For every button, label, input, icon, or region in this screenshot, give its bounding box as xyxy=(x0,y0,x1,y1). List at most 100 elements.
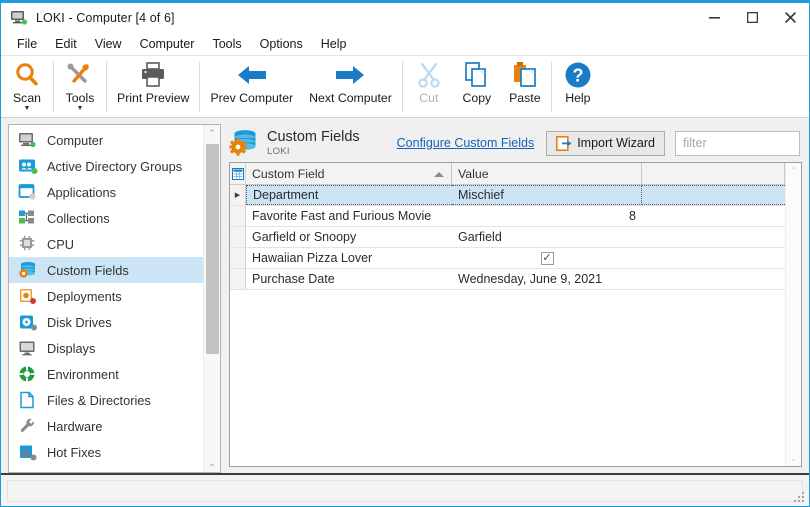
toolbar-separator xyxy=(53,61,54,112)
sidebar-item-displays[interactable]: Displays xyxy=(9,335,203,361)
row-indicator[interactable] xyxy=(230,269,246,289)
table-row[interactable]: Hawaiian Pizza Lover ✓ xyxy=(230,248,785,269)
tools-label: Tools xyxy=(65,91,95,105)
scan-label: Scan xyxy=(12,91,42,105)
grid-main: Custom Field Value ▶ Department Mischief… xyxy=(230,163,785,466)
menu-item-computer[interactable]: Computer xyxy=(131,34,204,54)
scroll-down-icon[interactable]: ⌄ xyxy=(204,455,221,472)
sidebar-scroll-track[interactable] xyxy=(204,142,221,455)
sort-ascending-icon xyxy=(434,171,444,177)
deployments-icon xyxy=(18,287,38,305)
cell-custom-field: Hawaiian Pizza Lover xyxy=(252,251,373,265)
minimize-button[interactable] xyxy=(695,3,733,32)
menu-item-tools[interactable]: Tools xyxy=(203,34,250,54)
tools-button[interactable]: Tools ▼ xyxy=(56,56,104,117)
custom-fields-icon xyxy=(18,261,38,279)
sidebar-item-label: Hot Fixes xyxy=(47,444,102,460)
resize-grip[interactable] xyxy=(792,490,804,502)
cell-filler xyxy=(642,185,785,205)
print-preview-button[interactable]: Print Preview xyxy=(109,56,197,117)
checkmark-icon: ✓ xyxy=(542,251,552,264)
import-wizard-button[interactable]: Import Wizard xyxy=(546,130,665,156)
cell-value: Mischief xyxy=(452,185,642,205)
maximize-button[interactable] xyxy=(733,3,771,32)
menu-item-options[interactable]: Options xyxy=(251,34,312,54)
status-bar xyxy=(1,473,809,506)
copy-button[interactable]: Copy xyxy=(453,56,501,117)
sidebar-item-deployments[interactable]: Deployments xyxy=(9,283,203,309)
sidebar-item-label: Displays xyxy=(47,340,96,356)
hot-fixes-icon xyxy=(18,443,38,461)
cell-value: ✓ xyxy=(452,248,642,268)
cell-custom-field: Favorite Fast and Furious Movie xyxy=(252,209,432,223)
configure-custom-fields-link[interactable]: Configure Custom Fields xyxy=(397,136,535,150)
copy-pages-icon xyxy=(463,59,491,91)
column-header-custom-field[interactable]: Custom Field xyxy=(246,163,452,184)
next-computer-button[interactable]: Next Computer xyxy=(301,56,400,117)
sidebar-item-label: Disk Drives xyxy=(47,314,112,330)
printer-icon xyxy=(138,59,168,91)
menu-item-help[interactable]: Help xyxy=(312,34,356,54)
sidebar-item-label: Collections xyxy=(47,210,110,226)
arrow-left-icon xyxy=(235,59,269,91)
menu-bar: File Edit View Computer Tools Options He… xyxy=(1,32,809,56)
disk-drives-icon xyxy=(18,313,38,331)
scroll-up-icon[interactable]: ⌃ xyxy=(790,166,797,175)
sidebar-scrollbar[interactable]: ⌃ ⌄ xyxy=(203,125,220,472)
filter-input[interactable]: filter xyxy=(675,130,800,156)
sidebar-item-computer[interactable]: Computer xyxy=(9,127,203,153)
grid-scrollbar[interactable]: ⌃ ⌄ xyxy=(785,163,801,466)
row-indicator[interactable]: ▶ xyxy=(230,185,246,205)
menu-item-edit[interactable]: Edit xyxy=(46,34,86,54)
row-indicator[interactable] xyxy=(230,248,246,268)
sidebar-item-hot-fixes[interactable]: Hot Fixes xyxy=(9,439,203,465)
table-row[interactable]: ▶ Department Mischief xyxy=(230,185,785,206)
sidebar-item-collections[interactable]: Collections xyxy=(9,205,203,231)
content-panel: Custom Fields LOKI Configure Custom Fiel… xyxy=(221,124,802,473)
close-button[interactable] xyxy=(771,3,809,32)
column-header-label: Value xyxy=(458,166,489,181)
grid-empty-area xyxy=(230,290,785,466)
paste-button[interactable]: Paste xyxy=(501,56,549,117)
sidebar-item-files-directories[interactable]: Files & Directories xyxy=(9,387,203,413)
menu-item-view[interactable]: View xyxy=(86,34,131,54)
sidebar-item-cpu[interactable]: CPU xyxy=(9,231,203,257)
sidebar-item-custom-fields[interactable]: Custom Fields xyxy=(9,257,203,283)
help-button[interactable]: ? Help xyxy=(554,56,602,117)
row-indicator[interactable] xyxy=(230,227,246,247)
table-row[interactable]: Purchase Date Wednesday, June 9, 2021 xyxy=(230,269,785,290)
menu-item-file[interactable]: File xyxy=(8,34,46,54)
toolbar: Scan ▼ Tools ▼ Print Preview Prev Comput… xyxy=(1,56,809,118)
sidebar-scroll-thumb[interactable] xyxy=(205,144,219,354)
applications-icon xyxy=(18,183,38,201)
grid-header-row: Custom Field Value xyxy=(230,163,785,185)
status-text xyxy=(7,480,803,502)
help-label: Help xyxy=(565,91,591,105)
cut-button[interactable]: Cut xyxy=(405,56,453,117)
scroll-down-icon[interactable]: ⌄ xyxy=(790,454,797,463)
table-row[interactable]: Favorite Fast and Furious Movie 8 xyxy=(230,206,785,227)
sidebar-item-active-directory-groups[interactable]: Active Directory Groups xyxy=(9,153,203,179)
sidebar-item-disk-drives[interactable]: Disk Drives xyxy=(9,309,203,335)
sidebar-item-hardware[interactable]: Hardware xyxy=(9,413,203,439)
import-wizard-label: Import Wizard xyxy=(577,136,655,150)
cell-custom-field: Purchase Date xyxy=(252,272,335,286)
scan-button[interactable]: Scan ▼ xyxy=(3,56,51,117)
scroll-up-icon[interactable]: ⌃ xyxy=(204,125,221,142)
column-header-value[interactable]: Value xyxy=(452,163,642,184)
clipboard-paste-icon xyxy=(511,59,539,91)
sidebar-item-environment[interactable]: Environment xyxy=(9,361,203,387)
column-header-filler[interactable] xyxy=(642,163,785,184)
prev-computer-button[interactable]: Prev Computer xyxy=(202,56,301,117)
grid-corner-icon[interactable] xyxy=(230,163,246,184)
table-row[interactable]: Garfield or Snoopy Garfield xyxy=(230,227,785,248)
cell-filler xyxy=(642,269,785,289)
panel-header: Custom Fields LOKI Configure Custom Fiel… xyxy=(229,124,802,162)
toolbar-separator xyxy=(401,61,403,112)
sidebar-item-applications[interactable]: Applications xyxy=(9,179,203,205)
row-indicator[interactable] xyxy=(230,206,246,226)
sidebar-item-label: Computer xyxy=(47,132,104,148)
environment-icon xyxy=(18,365,38,383)
cell-value: Garfield xyxy=(458,230,502,244)
value-checkbox[interactable]: ✓ xyxy=(540,251,554,265)
